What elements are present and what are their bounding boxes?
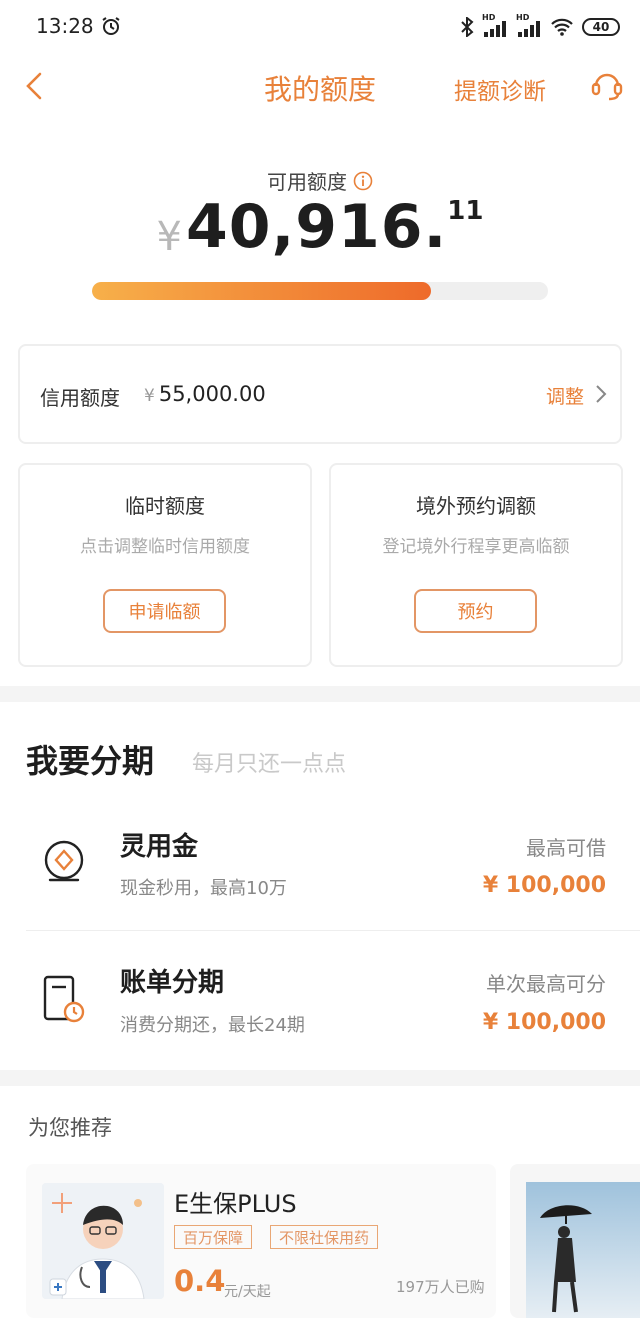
section-divider-2	[0, 1070, 640, 1086]
row-subtitle-2: 消费分期还，最长24期	[120, 1015, 305, 1036]
doctor-illustration	[42, 1183, 164, 1299]
alarm-icon	[102, 17, 120, 35]
signal-2: HD	[516, 13, 542, 37]
available-amount: ¥ 40,916. 11	[0, 192, 640, 262]
overseas-title: 境外预约调额	[416, 494, 536, 518]
product-card-2[interactable]	[510, 1164, 640, 1318]
battery-indicator: 40	[582, 18, 620, 36]
row-divider	[26, 930, 640, 931]
status-time: 13:28	[36, 14, 94, 38]
reserve-button[interactable]: 预约	[414, 589, 537, 633]
amount-integer: 40,916.	[185, 192, 448, 262]
available-label: 可用额度	[267, 170, 347, 194]
cash-icon	[44, 840, 84, 882]
installment-title: 我要分期	[26, 742, 155, 780]
signal-1: HD	[482, 13, 508, 37]
credit-amount: 55,000.00	[158, 382, 266, 406]
row-title-2: 账单分期	[120, 968, 225, 998]
available-progress-fill	[92, 282, 432, 300]
list-item-bill-installment[interactable]	[0, 940, 640, 1060]
row-title: 灵用金	[120, 832, 199, 862]
adjust-link[interactable]: 调整	[546, 382, 584, 409]
bluetooth-icon	[461, 17, 474, 37]
apply-temp-limit-button[interactable]: 申请临额	[103, 589, 226, 633]
product-price-unit: 元/天起	[224, 1284, 271, 1300]
doctor-image	[42, 1183, 164, 1299]
credit-value: ¥55,000.00	[144, 382, 266, 406]
status-icons: HD HD 40	[460, 13, 620, 40]
row-right-label-2: 单次最高可分	[486, 972, 606, 996]
customer-service-icon[interactable]	[590, 68, 624, 102]
temp-limit-subtitle: 点击调整临时信用额度	[80, 537, 250, 557]
wifi-icon	[551, 18, 573, 36]
bill-clock-icon	[43, 975, 85, 1023]
product-price: 0.4	[174, 1264, 226, 1298]
overseas-subtitle: 登记境外行程享更高临额	[382, 537, 570, 557]
section-divider	[0, 686, 640, 702]
currency-symbol: ¥	[156, 214, 182, 260]
temp-limit-title: 临时额度	[125, 494, 205, 518]
product-tag-2: 不限社保用药	[270, 1225, 379, 1249]
row-right-label: 最高可借	[526, 836, 606, 860]
hd-label: HD	[482, 13, 496, 22]
hd-label-2: HD	[516, 13, 530, 22]
product-tag: 百万保障	[174, 1225, 253, 1249]
umbrella-man-image	[526, 1182, 640, 1318]
row-subtitle: 现金秒用，最高10万	[120, 878, 287, 899]
recommend-title: 为您推荐	[28, 1116, 112, 1140]
credit-label: 信用额度	[40, 386, 120, 410]
row-right-value: ¥ 100,000	[482, 873, 606, 898]
diagnose-link[interactable]: 提额诊断	[454, 72, 546, 106]
list-item-lingyongjin[interactable]	[0, 806, 640, 926]
product-buyers: 197万人已购	[396, 1278, 485, 1296]
row-right-value-2: ¥ 100,000	[482, 1010, 606, 1035]
chevron-right-icon[interactable]	[594, 383, 608, 405]
available-label-row: 可用额度	[0, 166, 640, 195]
available-progress-bar	[92, 282, 548, 300]
credit-currency: ¥	[144, 386, 155, 406]
info-icon[interactable]	[353, 171, 373, 191]
amount-decimal: 11	[447, 196, 484, 226]
product-name: E生保PLUS	[174, 1190, 297, 1218]
installment-subtitle: 每月只还一点点	[192, 752, 347, 777]
